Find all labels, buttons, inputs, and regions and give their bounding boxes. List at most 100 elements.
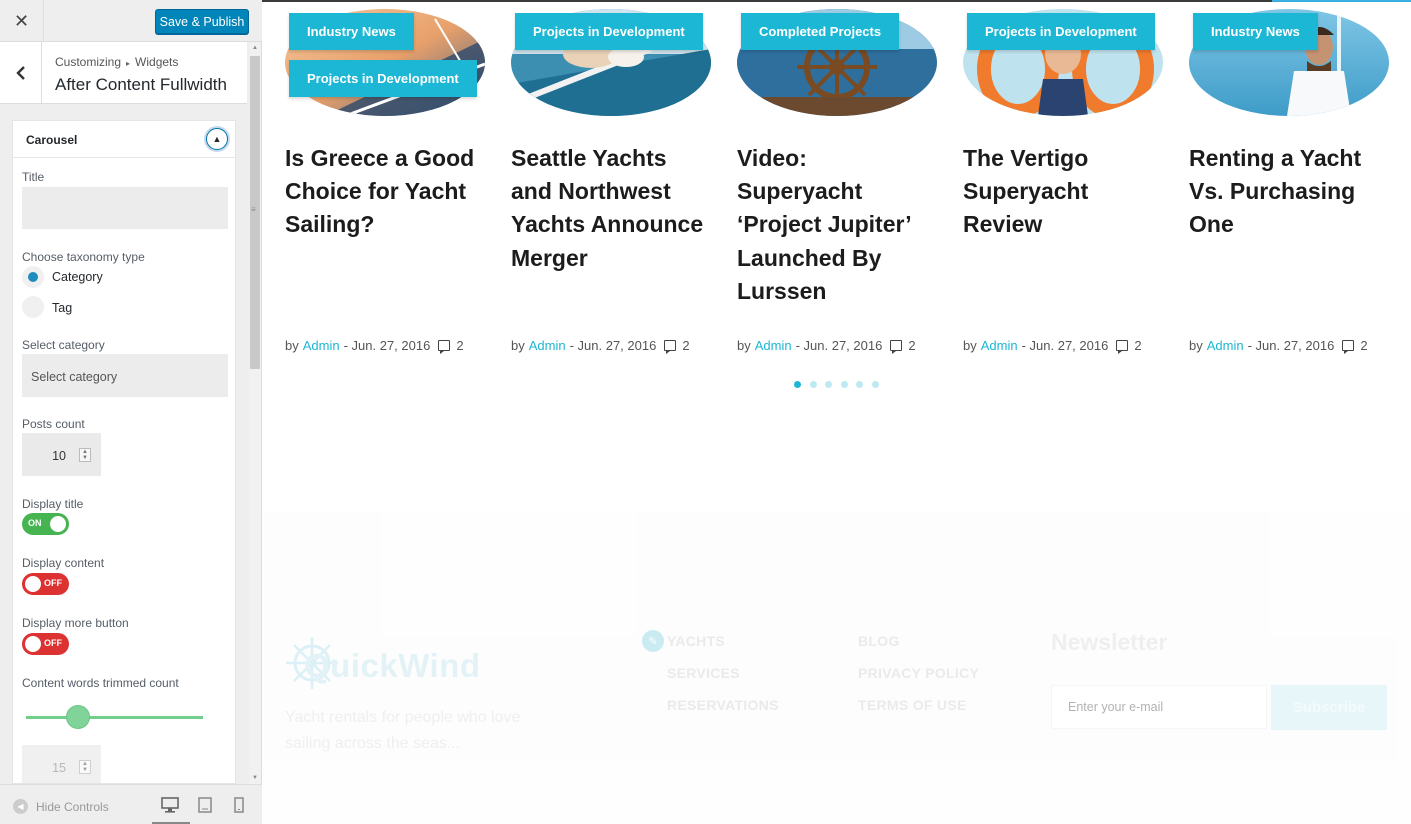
carousel-pagination <box>794 381 887 388</box>
category-tag[interactable]: Completed Projects <box>741 13 900 50</box>
carousel-dot[interactable] <box>856 381 863 388</box>
post-title[interactable]: The Vertigo Superyacht Review <box>963 142 1163 242</box>
chevron-right-icon: ▸ <box>126 59 131 68</box>
close-icon[interactable]: ✕ <box>0 0 44 42</box>
category-tag[interactable]: Industry News <box>289 13 414 50</box>
number-spinner-icon[interactable]: ▲ ▼ <box>79 760 91 774</box>
carousel-widget-panel: Carousel ▲ Title Choose taxonomy type Ca… <box>12 120 236 784</box>
category-tag[interactable]: Projects in Development <box>515 13 703 50</box>
comment-count[interactable]: 2 <box>1360 338 1367 353</box>
trim-slider-track[interactable] <box>26 716 203 719</box>
collapse-left-icon: ◀ <box>13 799 28 814</box>
trim-slider-handle[interactable] <box>66 705 90 729</box>
display-more-toggle[interactable]: OFF <box>22 633 69 655</box>
comment-icon[interactable] <box>1342 340 1355 354</box>
category-tag[interactable]: Projects in Development <box>289 60 477 97</box>
author-link[interactable]: Admin <box>755 338 792 353</box>
widget-header[interactable]: Carousel ▲ <box>13 121 235 158</box>
author-link[interactable]: Admin <box>303 338 340 353</box>
footer-link-terms[interactable]: TERMS OF USE <box>858 697 967 713</box>
resize-grip-icon[interactable]: ≡ <box>251 205 256 214</box>
posts-count-value: 10 <box>52 449 66 463</box>
scroll-down-icon[interactable]: ▼ <box>252 775 258 781</box>
posts-count-field[interactable]: 10 ▲ ▼ <box>22 433 101 476</box>
post-title[interactable]: Video: Superyacht ‘Project Jupiter’ Laun… <box>737 142 937 308</box>
comment-icon[interactable] <box>438 340 451 354</box>
post-title[interactable]: Is Greece a Good Choice for Yacht Sailin… <box>285 142 485 242</box>
hide-controls-label: Hide Controls <box>36 799 109 814</box>
save-publish-button[interactable]: Save & Publish <box>155 9 249 34</box>
footer-link-reservations[interactable]: RESERVATIONS <box>667 697 779 713</box>
trim-count-field[interactable]: 15 ▲ ▼ <box>22 745 101 783</box>
title-label: Title <box>22 170 45 184</box>
hide-controls-button[interactable]: ◀ Hide Controls <box>13 799 109 814</box>
display-content-toggle[interactable]: OFF <box>22 573 69 595</box>
footer-link-yachts[interactable]: YACHTS <box>667 633 725 649</box>
newsletter-title: Newsletter <box>1051 629 1168 655</box>
widget-title: Carousel <box>26 133 78 147</box>
author-link[interactable]: Admin <box>981 338 1018 353</box>
footer-link-blog[interactable]: BLOG <box>858 633 900 649</box>
mobile-icon[interactable] <box>234 797 254 815</box>
footer-link-privacy[interactable]: PRIVACY POLICY <box>858 665 979 681</box>
carousel-dot[interactable] <box>840 381 848 388</box>
author-link[interactable]: Admin <box>529 338 566 353</box>
category-tag[interactable]: Projects in Development <box>967 13 1155 50</box>
customizer-footer: ◀ Hide Controls <box>0 784 262 824</box>
sidebar-scrollbar[interactable]: ▲ ▼ <box>249 42 261 784</box>
top-rule <box>262 0 1411 2</box>
comment-count[interactable]: 2 <box>908 338 915 353</box>
back-arrow-icon[interactable] <box>0 42 42 104</box>
tag-radio[interactable] <box>22 296 44 318</box>
desktop-icon[interactable] <box>152 797 190 824</box>
display-title-toggle[interactable]: ON <box>22 513 69 535</box>
comment-count[interactable]: 2 <box>456 338 463 353</box>
carousel-dot[interactable] <box>825 381 832 388</box>
display-more-label: Display more button <box>22 616 129 630</box>
tag-radio-label: Tag <box>52 301 73 315</box>
post-meta: by Admin - Jun. 27, 2016 2 <box>511 338 721 354</box>
author-link[interactable]: Admin <box>1207 338 1244 353</box>
breadcrumb-child: Widgets <box>135 55 179 69</box>
collapse-arrow-icon[interactable]: ▲ <box>206 128 228 150</box>
site-preview: Industry News Projects in Development Is… <box>262 0 1411 824</box>
post-date: - Jun. 27, 2016 <box>795 338 883 353</box>
subscribe-button[interactable]: Subscribe <box>1271 685 1387 730</box>
site-footer: QuickWind Yacht rentals for people who l… <box>262 511 1411 824</box>
post-meta: by Admin - Jun. 27, 2016 2 <box>285 338 495 354</box>
top-rule-accent <box>1272 0 1411 2</box>
customizer-sidebar: ✕ Save & Publish Customizing ▸ Widgets Aft… <box>0 0 262 824</box>
edit-pencil-icon[interactable]: ✎ <box>642 630 664 652</box>
customizer-header: ✕ Save & Publish <box>0 0 262 42</box>
site-logo[interactable]: QuickWind <box>304 647 481 685</box>
carousel-dot[interactable] <box>794 381 801 388</box>
carousel-dot[interactable] <box>809 381 817 388</box>
number-spinner-icon[interactable]: ▲ ▼ <box>79 448 91 462</box>
scroll-up-icon[interactable]: ▲ <box>252 45 258 51</box>
category-select-label: Select category <box>22 338 105 352</box>
title-input[interactable] <box>22 187 228 229</box>
post-title[interactable]: Seattle Yachts and Northwest Yachts Anno… <box>511 142 711 275</box>
posts-count-label: Posts count <box>22 417 85 431</box>
category-tag[interactable]: Industry News <box>1193 13 1318 50</box>
post-title[interactable]: Renting a Yacht Vs. Purchasing One <box>1189 142 1389 242</box>
newsletter-email-input[interactable] <box>1051 685 1267 729</box>
meta-by: by <box>285 338 299 353</box>
category-radio[interactable] <box>22 266 44 288</box>
comment-count[interactable]: 2 <box>682 338 689 353</box>
meta-by: by <box>963 338 977 353</box>
carousel-dot[interactable] <box>871 381 879 388</box>
category-select[interactable]: Select category <box>22 354 228 397</box>
post-meta: by Admin - Jun. 27, 2016 2 <box>963 338 1173 354</box>
post-date: - Jun. 27, 2016 <box>343 338 431 353</box>
comment-icon[interactable] <box>664 340 677 354</box>
taxonomy-label: Choose taxonomy type <box>22 250 145 264</box>
footer-link-services[interactable]: SERVICES <box>667 665 740 681</box>
display-title-label: Display title <box>22 497 84 511</box>
comment-icon[interactable] <box>1116 340 1129 354</box>
tablet-icon[interactable] <box>198 797 218 815</box>
post-date: - Jun. 27, 2016 <box>1021 338 1109 353</box>
comment-icon[interactable] <box>890 340 903 354</box>
comment-count[interactable]: 2 <box>1134 338 1141 353</box>
breadcrumb-root: Customizing <box>55 55 122 69</box>
